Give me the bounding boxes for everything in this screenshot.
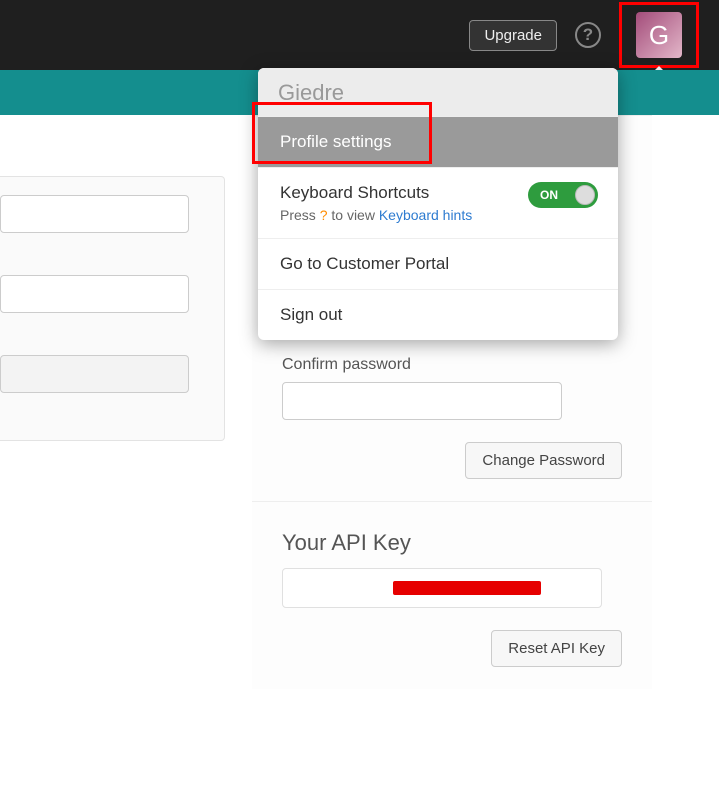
left-panel [0, 176, 225, 441]
hint-prefix: Press [280, 207, 320, 223]
dropdown-username: Giedre [258, 68, 618, 116]
shortcuts-toggle[interactable]: ON [528, 182, 598, 208]
menu-item-profile-settings[interactable]: Profile settings [258, 116, 618, 167]
avatar-icon: G [636, 12, 682, 58]
api-key-heading: Your API Key [282, 530, 622, 556]
change-password-button[interactable]: Change Password [465, 442, 622, 479]
api-key-display: 3Pu9 [282, 568, 602, 608]
confirm-password-label: Confirm password [282, 356, 622, 374]
top-bar: Upgrade ? G [0, 0, 719, 70]
toggle-label: ON [540, 188, 558, 202]
menu-item-keyboard-shortcuts[interactable]: Keyboard Shortcuts Press ? to view Keybo… [258, 167, 618, 238]
shortcuts-label: Keyboard Shortcuts [280, 183, 429, 202]
reset-api-key-button[interactable]: Reset API Key [491, 630, 622, 667]
api-key-redaction [393, 581, 541, 595]
upgrade-button[interactable]: Upgrade [469, 20, 557, 51]
hint-mid: to view [327, 207, 378, 223]
api-key-section: Your API Key 3Pu9 Reset API Key [252, 502, 652, 689]
confirm-password-input[interactable] [282, 382, 562, 420]
user-dropdown: Giedre Profile settings Keyboard Shortcu… [258, 68, 618, 340]
help-icon[interactable]: ? [575, 22, 601, 48]
shortcuts-hint: Press ? to view Keyboard hints [280, 207, 596, 223]
menu-item-customer-portal[interactable]: Go to Customer Portal [258, 238, 618, 289]
left-field-3 [0, 355, 189, 393]
keyboard-hints-link[interactable]: Keyboard hints [379, 207, 472, 223]
avatar-menu-trigger[interactable]: G [619, 6, 699, 64]
menu-item-sign-out[interactable]: Sign out [258, 289, 618, 340]
left-field-2[interactable] [0, 275, 189, 313]
toggle-knob-icon [575, 185, 595, 205]
left-field-1[interactable] [0, 195, 189, 233]
